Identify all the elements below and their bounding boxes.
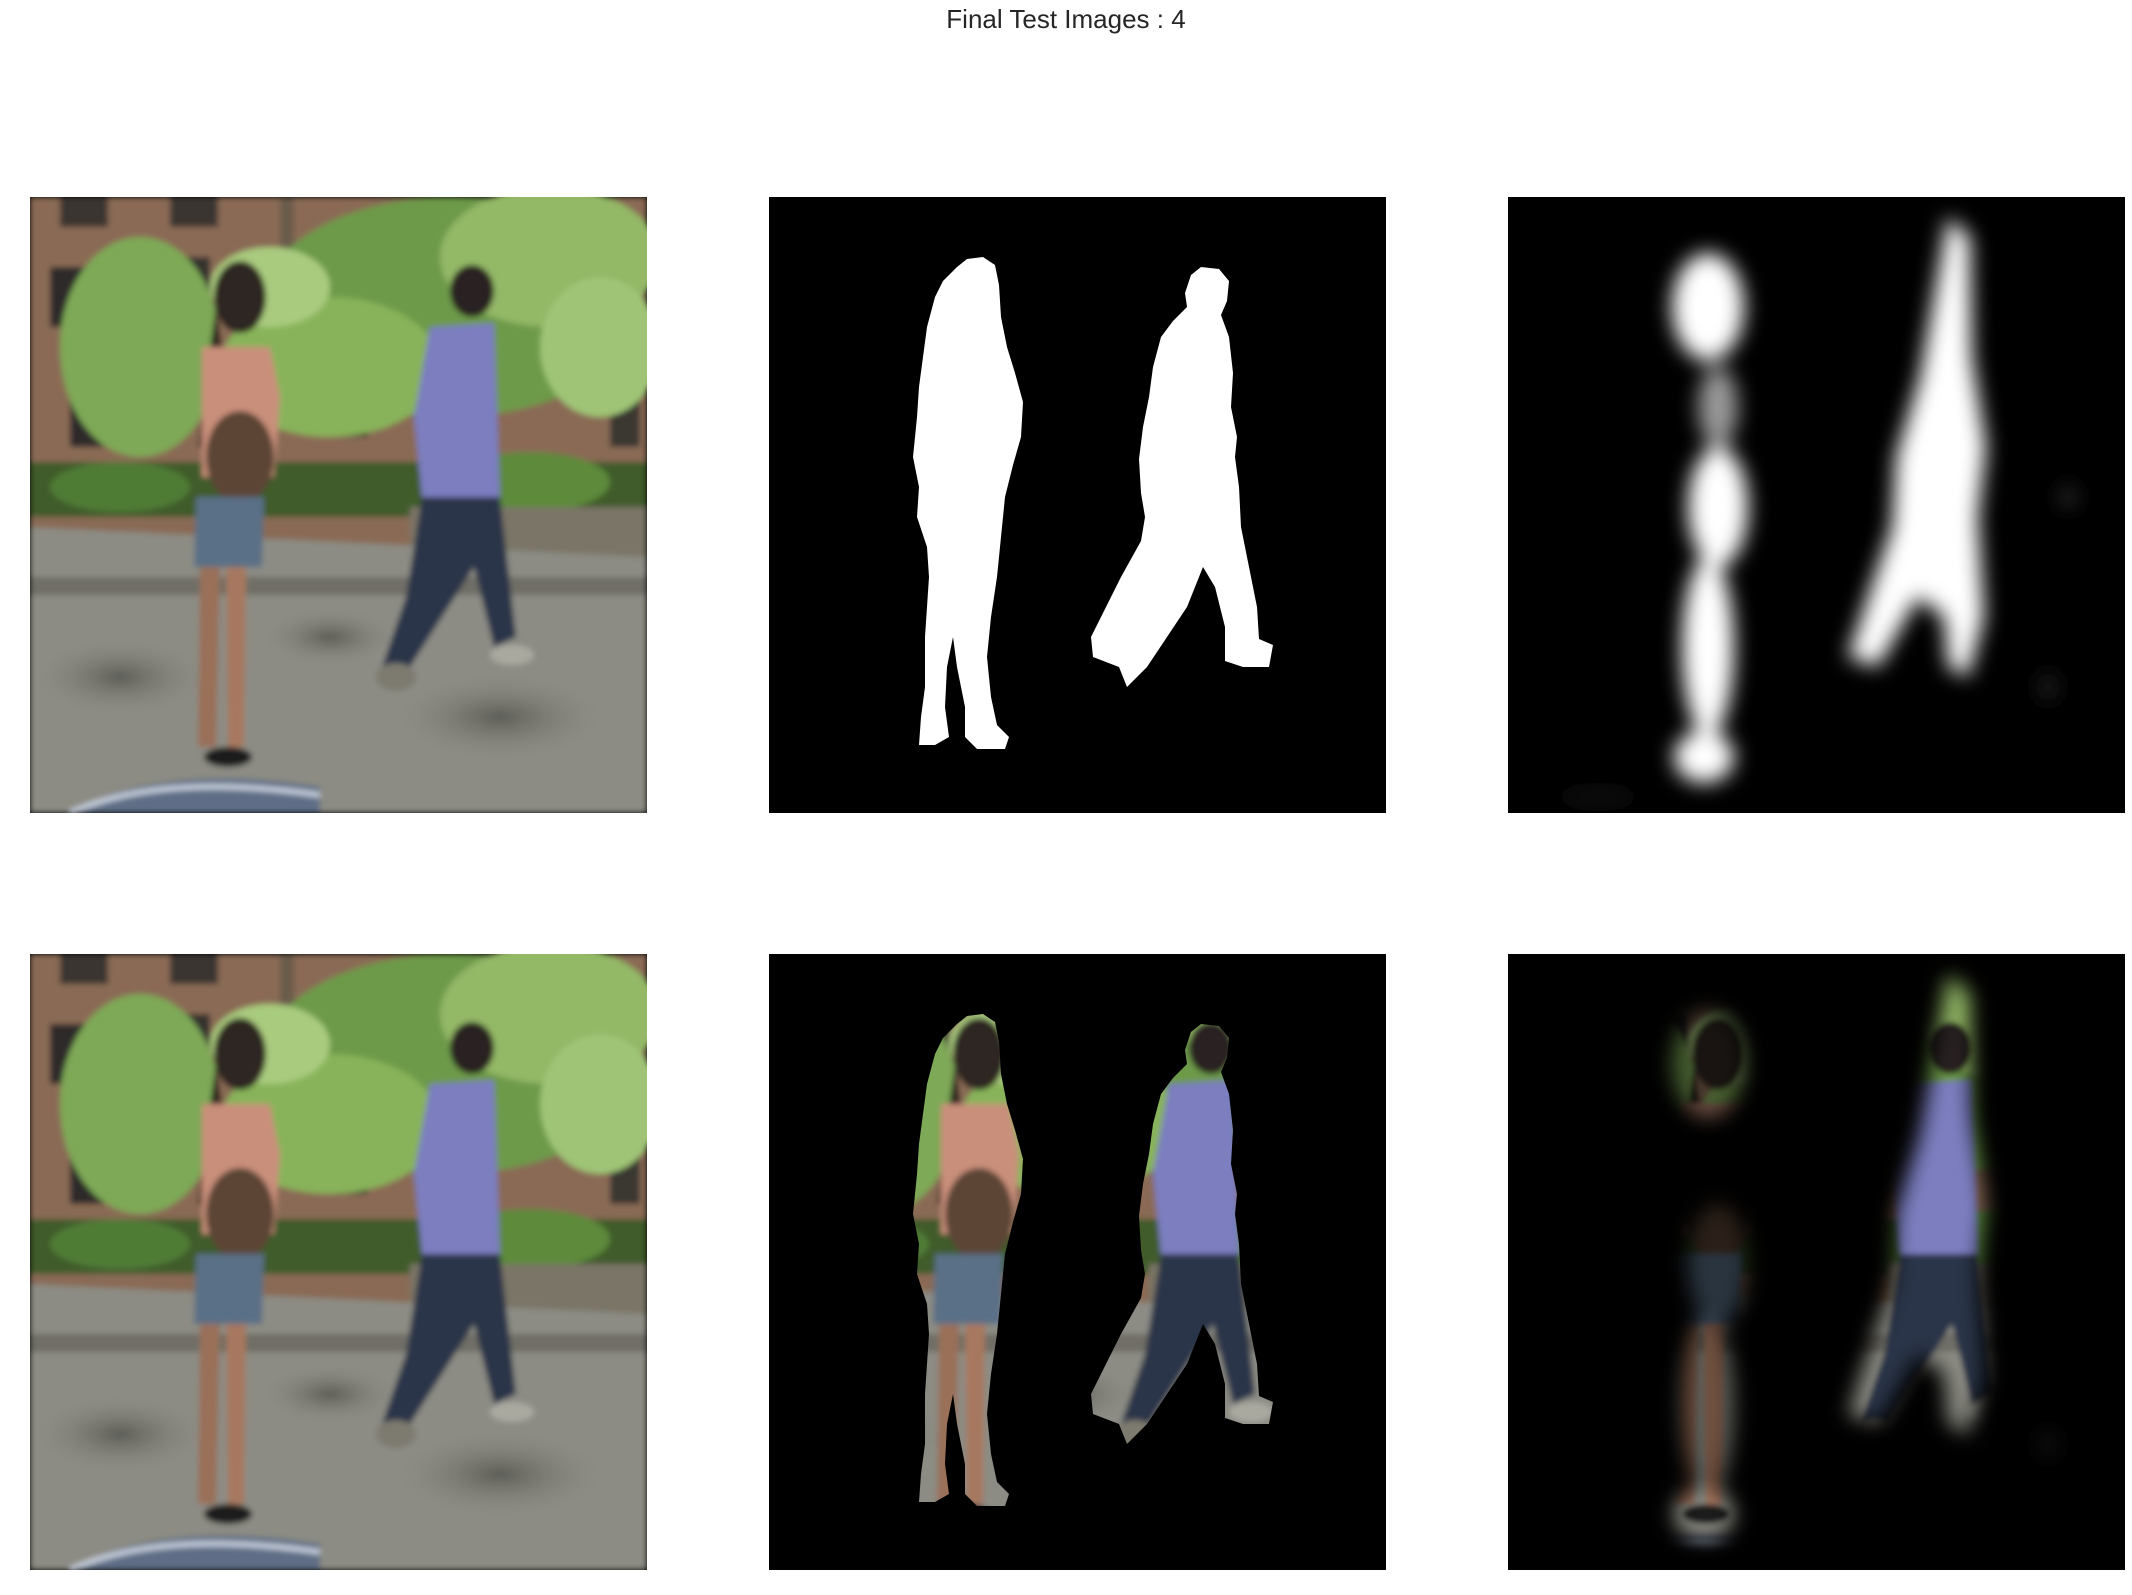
ground-truth-mask-panel <box>769 197 1386 813</box>
input-image-panel <box>30 197 647 813</box>
predicted-mask-panel <box>1508 197 2125 813</box>
predicted-mask <box>1508 197 2125 813</box>
predicted-masked-image <box>1508 954 2125 1570</box>
figure-title: Final Test Images : 4 <box>946 4 1186 34</box>
predicted-masked-image-panel <box>1508 954 2125 1570</box>
input-image <box>30 954 647 1570</box>
ground-truth-masked-image <box>769 954 1386 1570</box>
ground-truth-mask <box>769 197 1386 813</box>
ground-truth-masked-image-panel <box>769 954 1386 1570</box>
input-image <box>30 197 647 813</box>
input-image-panel <box>30 954 647 1570</box>
